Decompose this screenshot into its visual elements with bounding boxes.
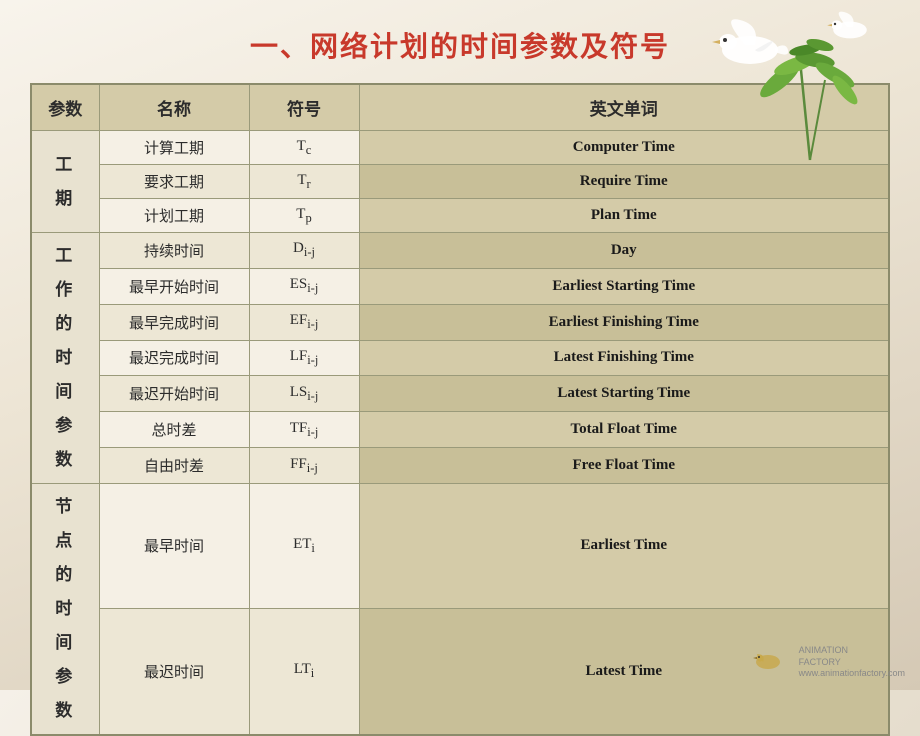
logo-area: ANIMATION FACTORY www.animationfactory.c… (753, 645, 905, 680)
name-cell: 要求工期 (99, 165, 249, 199)
english-cell: Earliest Starting Time (359, 268, 889, 304)
symbol-cell: Di-j (249, 233, 359, 269)
name-cell: 自由时差 (99, 448, 249, 484)
symbol-cell: EFi-j (249, 304, 359, 340)
english-cell: Total Float Time (359, 412, 889, 448)
header-category: 参数 (31, 84, 99, 131)
table-wrapper: 参数 名称 符号 英文单词 工期 计算工期 Tc Computer Time 要… (30, 83, 890, 736)
symbol-cell: ETi (249, 484, 359, 609)
name-cell: 最迟完成时间 (99, 340, 249, 376)
symbol-cell: LFi-j (249, 340, 359, 376)
table-row: 计划工期 Tp Plan Time (31, 199, 889, 233)
english-cell: Computer Time (359, 131, 889, 165)
page-title: 一、网络计划的时间参数及符号 (30, 20, 890, 65)
english-cell: Earliest Finishing Time (359, 304, 889, 340)
name-cell: 总时差 (99, 412, 249, 448)
english-cell: Earliest Time (359, 484, 889, 609)
name-cell: 计算工期 (99, 131, 249, 165)
name-cell: 最迟开始时间 (99, 376, 249, 412)
english-cell: Require Time (359, 165, 889, 199)
table-row: 工作的时间参数 持续时间 Di-j Day (31, 233, 889, 269)
english-cell: Day (359, 233, 889, 269)
name-cell: 最早开始时间 (99, 268, 249, 304)
symbol-cell: ESi-j (249, 268, 359, 304)
category-duration: 工期 (31, 131, 99, 233)
table-row: 总时差 TFi-j Total Float Time (31, 412, 889, 448)
english-cell: Plan Time (359, 199, 889, 233)
table-row: 最早开始时间 ESi-j Earliest Starting Time (31, 268, 889, 304)
table-row: 最迟完成时间 LFi-j Latest Finishing Time (31, 340, 889, 376)
category-work-time: 工作的时间参数 (31, 233, 99, 484)
symbol-cell: LSi-j (249, 376, 359, 412)
name-cell: 持续时间 (99, 233, 249, 269)
symbol-cell: LTi (249, 608, 359, 735)
symbol-cell: Tr (249, 165, 359, 199)
table-row: 要求工期 Tr Require Time (31, 165, 889, 199)
english-cell: Latest Finishing Time (359, 340, 889, 376)
name-cell: 计划工期 (99, 199, 249, 233)
table-row: 自由时差 FFi-j Free Float Time (31, 448, 889, 484)
logo-text: ANIMATION FACTORY www.animationfactory.c… (799, 645, 905, 680)
english-cell: Free Float Time (359, 448, 889, 484)
symbol-cell: FFi-j (249, 448, 359, 484)
name-cell: 最早时间 (99, 484, 249, 609)
header-symbol: 符号 (249, 84, 359, 131)
name-cell: 最迟时间 (99, 608, 249, 735)
symbol-cell: Tp (249, 199, 359, 233)
symbol-cell: TFi-j (249, 412, 359, 448)
header-name: 名称 (99, 84, 249, 131)
symbol-cell: Tc (249, 131, 359, 165)
table-row: 工期 计算工期 Tc Computer Time (31, 131, 889, 165)
logo-bird-icon (753, 647, 793, 677)
parameters-table: 参数 名称 符号 英文单词 工期 计算工期 Tc Computer Time 要… (30, 83, 890, 736)
page-container: 一、网络计划的时间参数及符号 参数 名称 符号 英文单词 工期 计算工期 Tc … (0, 0, 920, 690)
category-node-time: 节点的时间参数 (31, 484, 99, 736)
table-row: 节点的时间参数 最早时间 ETi Earliest Time (31, 484, 889, 609)
table-row: 最迟开始时间 LSi-j Latest Starting Time (31, 376, 889, 412)
table-row: 最早完成时间 EFi-j Earliest Finishing Time (31, 304, 889, 340)
name-cell: 最早完成时间 (99, 304, 249, 340)
english-cell: Latest Starting Time (359, 376, 889, 412)
header-english: 英文单词 (359, 84, 889, 131)
